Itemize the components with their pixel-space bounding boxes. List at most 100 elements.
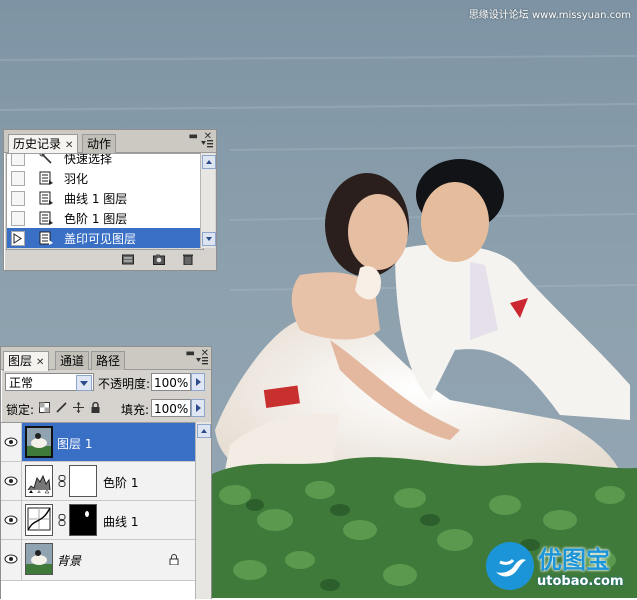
opacity-input[interactable]: 100% [151,373,191,391]
history-brush-source-checkbox[interactable] [11,231,25,246]
layer-mask-thumbnail[interactable] [69,465,97,497]
levels-adjustment-icon[interactable] [25,465,53,497]
panel-menu-icon[interactable] [201,139,213,149]
tab-actions-label: 动作 [87,137,112,151]
layers-tabbar: 图层 ✕ 通道 路径 ▬ ✕ [1,347,211,371]
layer-name[interactable]: 色阶 1 [103,474,138,491]
photo-thumbnail-icon [27,433,51,456]
tab-history[interactable]: 历史记录 ✕ [8,134,79,154]
blend-mode-select[interactable]: 正常 [5,373,94,391]
chevron-right-icon [196,404,201,412]
layer-thumbnail[interactable] [25,543,53,575]
layer-row-levels[interactable]: 色阶 1 [1,462,195,501]
tab-layers[interactable]: 图层 ✕ [3,351,50,371]
photo-thumbnail-icon [26,550,52,574]
blend-mode-value: 正常 [9,376,34,390]
tab-paths[interactable]: 路径 [91,351,126,370]
chevron-right-icon [196,378,201,386]
tab-paths-label: 路径 [96,354,121,368]
close-tab-icon[interactable]: ✕ [65,140,73,151]
visibility-toggle[interactable] [1,462,22,500]
logo-url-text: utobao.com [537,574,624,589]
layer-row-curves[interactable]: 曲线 1 [1,501,195,540]
layer-name[interactable]: 背景 [57,552,81,569]
history-item-label: 快速选择 [64,153,113,166]
delete-state-icon[interactable] [182,254,194,265]
history-footer [4,250,216,270]
curves-adjustment-icon[interactable] [25,504,53,536]
layers-panel: 图层 ✕ 通道 路径 ▬ ✕ 正常 不透明度: 100% 锁定: 填充: 100… [0,346,212,600]
tab-history-label: 历史记录 [13,137,62,151]
lock-icon [169,554,179,565]
visibility-toggle[interactable] [1,540,22,580]
opacity-slider-button[interactable] [191,373,205,391]
history-brush-source-checkbox[interactable] [11,211,25,226]
lock-image-pixels-icon[interactable] [56,402,67,413]
new-snapshot-icon[interactable] [153,254,165,265]
panel-menu-icon[interactable] [196,356,208,366]
lock-transparency-icon[interactable] [39,402,50,413]
layer-name[interactable]: 图层 1 [57,435,92,452]
chevron-down-icon[interactable] [76,375,92,391]
eye-icon [4,437,18,447]
history-panel: 历史记录 ✕ 动作 ▬ ✕ 快速选择 羽化 曲线 1 图层 色阶 1 图层 盖印… [3,129,217,271]
layers-scrollbar[interactable] [195,422,211,599]
history-state-icon [39,211,53,225]
scroll-up-icon[interactable] [197,424,211,438]
history-item-curves-layer[interactable]: 曲线 1 图层 [7,188,203,209]
quick-select-icon [39,154,52,164]
history-tabbar: 历史记录 ✕ 动作 ▬ ✕ [4,130,216,154]
tab-channels[interactable]: 通道 [55,351,90,370]
fill-label: 填充: [121,403,150,417]
opacity-label: 不透明度: [98,377,151,391]
eye-icon [4,515,18,525]
lock-fill-row: 锁定: 填充: 100% [3,399,207,419]
link-chain-icon[interactable] [58,475,66,487]
history-brush-source-checkbox[interactable] [11,171,25,186]
link-chain-icon[interactable] [58,514,66,526]
minimize-icon[interactable]: ▬ [189,131,198,142]
blend-opacity-row: 正常 不透明度: 100% [3,373,207,393]
logo-brand-text: 优图宝 [538,546,610,574]
layer-mask-thumbnail[interactable] [69,504,97,536]
history-item-feather[interactable]: 羽化 [7,168,203,189]
layer-row-background[interactable]: 背景 [1,540,195,581]
history-state-icon [39,171,53,185]
fill-input[interactable]: 100% [151,399,191,417]
history-item-label: 盖印可见图层 [64,232,137,246]
history-item-label: 曲线 1 图层 [64,192,128,206]
history-brush-source-checkbox[interactable] [11,191,25,206]
tab-actions[interactable]: 动作 [82,134,117,153]
lock-position-icon[interactable] [73,402,84,413]
visibility-toggle[interactable] [1,501,22,539]
layers-list: 图层 1 色阶 1 曲线 1 背景 [1,422,211,600]
scroll-down-icon[interactable] [202,232,216,246]
history-item-levels-layer[interactable]: 色阶 1 图层 [7,208,203,229]
lock-all-icon[interactable] [90,402,101,413]
layer-thumbnail[interactable] [25,426,53,458]
eye-icon [4,476,18,486]
history-brush-source-checkbox[interactable] [11,154,25,166]
visibility-toggle[interactable] [1,423,22,461]
lock-label: 锁定: [6,403,35,417]
bird-logo-icon [486,542,534,590]
new-document-from-state-icon[interactable] [122,254,134,265]
close-tab-icon[interactable]: ✕ [36,357,44,368]
site-watermark: 思缘设计论坛 www.missyuan.com [468,10,631,21]
tab-layers-label: 图层 [8,354,33,368]
scroll-up-icon[interactable] [202,155,216,169]
history-scrollbar[interactable] [200,153,216,248]
fill-slider-button[interactable] [191,399,205,417]
history-item-quick-select[interactable]: 快速选择 [7,153,203,169]
history-state-icon [39,231,53,245]
eye-icon [4,554,18,564]
minimize-icon[interactable]: ▬ [186,348,195,359]
history-item-stamp-visible[interactable]: 盖印可见图层 [7,228,203,249]
layer-row-layer1[interactable]: 图层 1 [1,423,195,462]
history-item-label: 羽化 [64,172,89,186]
layer-name[interactable]: 曲线 1 [103,513,138,530]
history-item-label: 色阶 1 图层 [64,212,128,226]
history-list: 快速选择 羽化 曲线 1 图层 色阶 1 图层 盖印可见图层 [6,153,204,250]
history-state-icon [39,191,53,205]
utobao-logo: 优图宝 utobao.com [484,538,634,596]
